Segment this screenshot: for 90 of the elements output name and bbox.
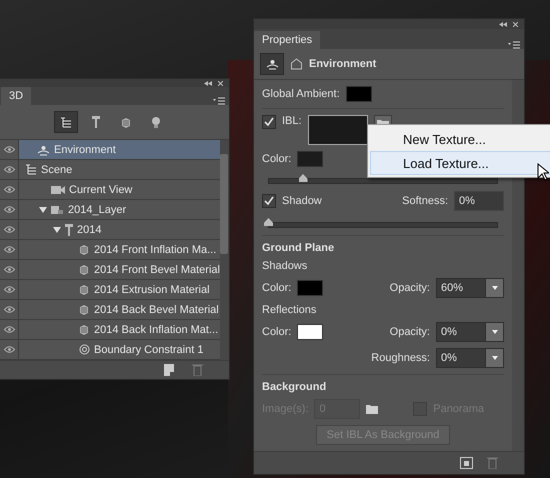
camera-icon xyxy=(51,186,65,194)
mesh-icon xyxy=(92,116,100,128)
tree-item[interactable]: 2014 xyxy=(19,220,220,240)
mouse-pointer-icon xyxy=(537,163,549,181)
field-label: Color: xyxy=(262,326,292,338)
tree-item[interactable]: 2014 Back Inflation Mat... xyxy=(19,320,220,340)
material-icon xyxy=(79,324,90,336)
eye-icon xyxy=(4,326,15,334)
tree-item[interactable]: 2014 Front Bevel Material xyxy=(19,260,220,280)
field-label: Softness: xyxy=(402,195,448,207)
folder-icon xyxy=(366,404,378,414)
material-icon xyxy=(79,304,90,316)
field-label: Color: xyxy=(262,282,292,294)
eye-icon xyxy=(4,186,15,194)
material-icon xyxy=(120,116,132,128)
panel-tab[interactable]: Properties xyxy=(254,31,320,49)
field-label: Roughness: xyxy=(371,352,430,364)
material-icon xyxy=(79,284,90,296)
tree-item[interactable]: Boundary Constraint 1 xyxy=(19,340,220,360)
eye-icon xyxy=(4,266,15,274)
menu-item[interactable]: New Texture... xyxy=(370,127,550,151)
tree-item[interactable]: Scene xyxy=(19,160,220,180)
color-swatch[interactable] xyxy=(346,86,372,102)
ring-icon xyxy=(79,344,90,356)
tree-item[interactable]: 2014 Back Bevel Material xyxy=(19,300,220,320)
close-icon[interactable] xyxy=(513,22,518,26)
field-label: Opacity: xyxy=(390,326,430,338)
collapse-icon[interactable] xyxy=(499,22,507,26)
eye-icon xyxy=(4,246,15,254)
close-icon[interactable] xyxy=(218,80,223,86)
eye-icon xyxy=(4,226,15,234)
material-icon xyxy=(79,264,90,276)
panel-menu-icon[interactable] xyxy=(508,41,520,49)
slider-track[interactable] xyxy=(268,173,498,185)
eye-icon xyxy=(4,206,15,214)
mesh-icon xyxy=(65,224,73,236)
dropdown-field[interactable]: 0% xyxy=(436,348,504,368)
panel-menu-icon[interactable] xyxy=(213,97,225,106)
section-heading: Background xyxy=(262,381,328,393)
filter-tab[interactable] xyxy=(54,111,78,134)
layer-icon xyxy=(51,204,64,216)
disclosure-triangle-icon[interactable] xyxy=(53,226,61,234)
caret-icon xyxy=(492,356,498,360)
material-icon xyxy=(79,244,90,256)
eye-icon xyxy=(4,346,15,354)
slider-thumb[interactable] xyxy=(264,218,273,226)
subheading: Reflections xyxy=(262,304,318,316)
checkbox[interactable] xyxy=(262,194,276,208)
section-heading: Ground Plane xyxy=(262,242,336,254)
color-swatch[interactable] xyxy=(297,151,324,167)
dropdown-button[interactable] xyxy=(485,349,503,367)
tree-item[interactable]: Environment xyxy=(19,140,220,160)
input-field[interactable]: 0% xyxy=(454,191,504,211)
caret-icon xyxy=(492,286,498,290)
dropdown-field[interactable]: 60% xyxy=(436,278,504,298)
subheading: Shadows xyxy=(262,260,308,272)
eye-icon xyxy=(4,146,15,154)
tree-item[interactable]: 2014 Extrusion Material xyxy=(19,280,220,300)
tree-item[interactable]: 2014 Front Inflation Ma... xyxy=(19,240,220,260)
color-swatch[interactable] xyxy=(297,324,324,340)
scene-icon xyxy=(290,58,303,70)
light-bulb-icon xyxy=(151,116,161,129)
scrollbar[interactable] xyxy=(220,140,229,360)
field-label: Shadow xyxy=(282,195,322,207)
panel-tab[interactable]: 3D xyxy=(1,87,32,106)
scene-tree-icon xyxy=(25,164,37,176)
checkbox[interactable] xyxy=(262,115,276,129)
dropdown-button[interactable] xyxy=(485,279,503,297)
texture-preview[interactable] xyxy=(308,115,368,145)
tree-item[interactable]: Current View xyxy=(19,180,220,200)
eye-icon xyxy=(4,286,15,294)
disclosure-triangle-icon[interactable] xyxy=(39,206,47,214)
dropdown-button[interactable] xyxy=(485,323,503,341)
color-swatch[interactable] xyxy=(297,280,324,296)
eye-icon xyxy=(4,306,15,314)
tree-item[interactable]: 2014_Layer xyxy=(19,200,220,220)
eye-icon xyxy=(4,166,15,174)
panel-header-title: Environment xyxy=(309,58,376,70)
dropdown-field[interactable]: 0% xyxy=(436,322,504,342)
menu-item[interactable]: Load Texture... xyxy=(370,151,550,175)
caret-icon xyxy=(492,330,498,334)
field-label: Opacity: xyxy=(390,282,430,294)
scene-tree-icon xyxy=(60,116,72,128)
field-label: Global Ambient: xyxy=(262,88,340,100)
render-icon[interactable] xyxy=(460,457,473,469)
environment-icon xyxy=(37,144,50,156)
environment-icon xyxy=(266,58,278,70)
field-label: Color: xyxy=(262,153,292,165)
slider-thumb[interactable] xyxy=(298,174,308,182)
field-label: IBL: xyxy=(282,115,302,127)
